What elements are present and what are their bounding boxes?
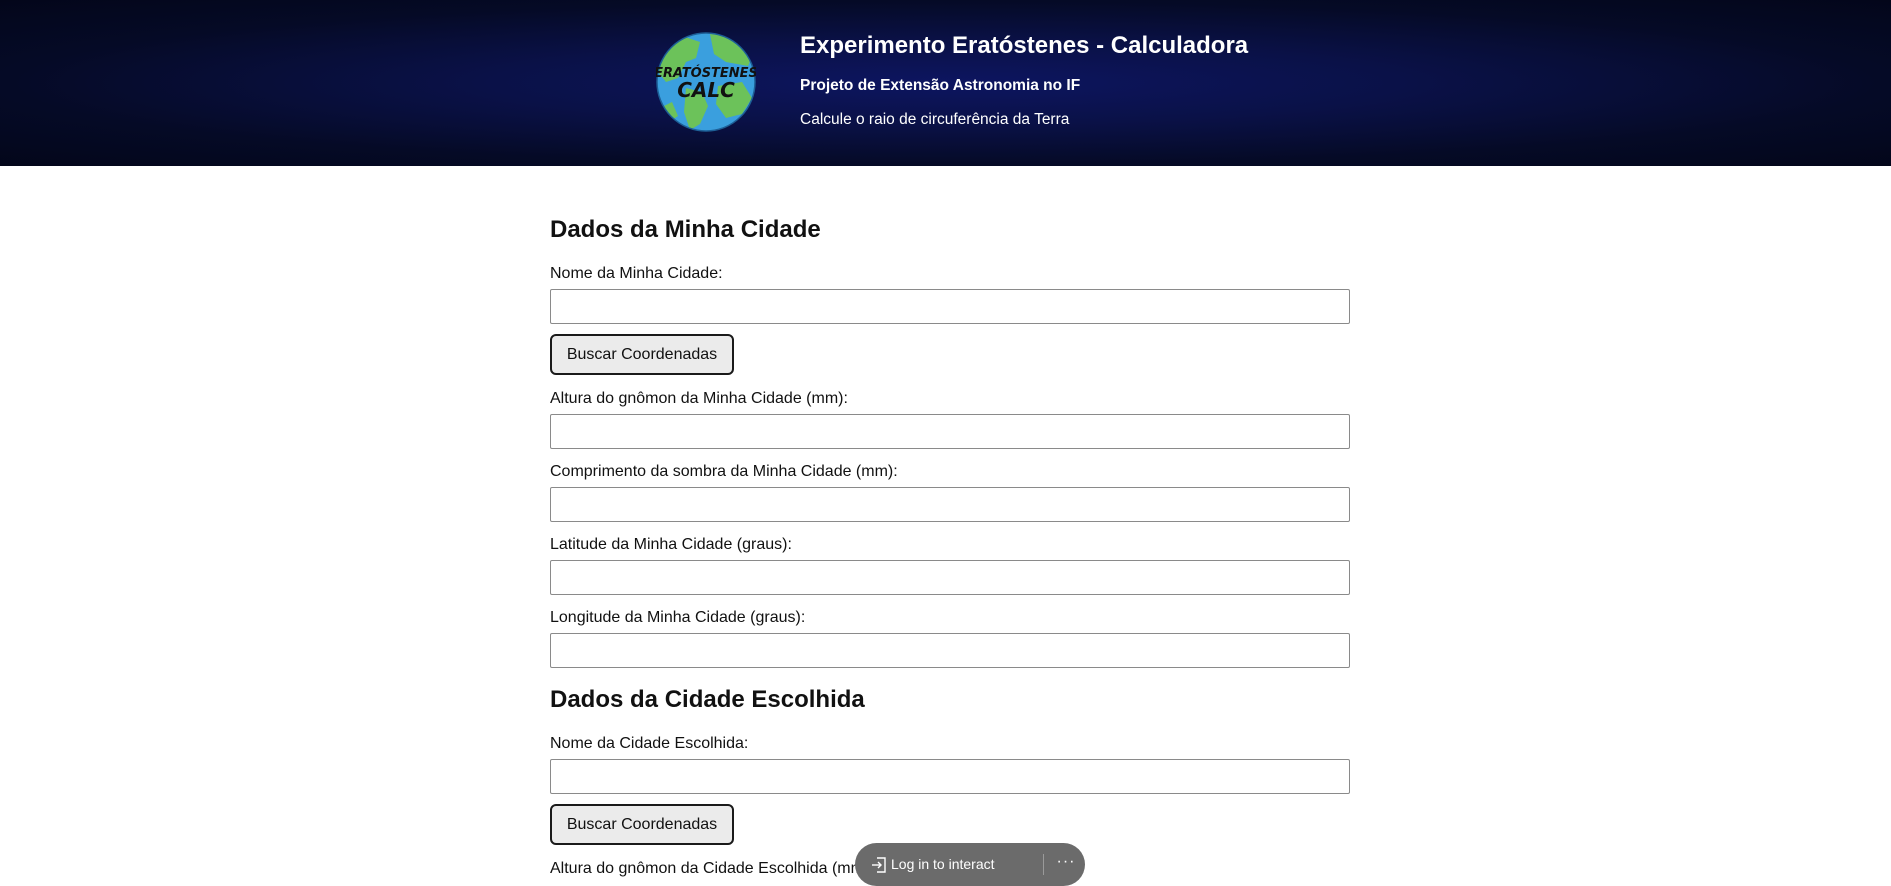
logo-text-line2: CALC [677, 78, 735, 102]
my-city-search-button[interactable]: Buscar Coordenadas [550, 334, 734, 375]
my-city-name-label: Nome da Minha Cidade: [550, 265, 723, 282]
login-to-interact-text[interactable]: Log in to interact [891, 856, 995, 872]
my-city-gnomon-input[interactable] [550, 414, 1350, 449]
page-header: ERATÓSTENES CALC Experimento Eratóstenes… [0, 0, 1891, 166]
my-city-shadow-input[interactable] [550, 487, 1350, 522]
chosen-city-heading: Dados da Cidade Escolhida [550, 686, 865, 713]
my-city-longitude-label: Longitude da Minha Cidade (graus): [550, 609, 806, 626]
my-city-longitude-input[interactable] [550, 633, 1350, 668]
chosen-city-gnomon-label: Altura do gnômon da Cidade Escolhida (mm… [550, 860, 874, 877]
login-arrow-icon [872, 857, 886, 873]
overlay-divider [1043, 854, 1044, 875]
page-subtitle: Projeto de Extensão Astronomia no IF [800, 77, 1081, 94]
more-dots-icon[interactable]: ··· [1054, 852, 1078, 876]
chosen-city-name-label: Nome da Cidade Escolhida: [550, 735, 749, 752]
earth-logo-icon: ERATÓSTENES CALC [656, 32, 756, 132]
my-city-shadow-label: Comprimento da sombra da Minha Cidade (m… [550, 463, 898, 480]
login-overlay-pill[interactable]: Log in to interact ··· [855, 843, 1085, 886]
page-tagline: Calcule o raio de circuferência da Terra [800, 111, 1070, 128]
my-city-heading: Dados da Minha Cidade [550, 216, 821, 243]
my-city-gnomon-label: Altura do gnômon da Minha Cidade (mm): [550, 390, 848, 407]
my-city-latitude-label: Latitude da Minha Cidade (graus): [550, 536, 792, 553]
chosen-city-search-button[interactable]: Buscar Coordenadas [550, 804, 734, 845]
chosen-city-name-input[interactable] [550, 759, 1350, 794]
my-city-name-input[interactable] [550, 289, 1350, 324]
my-city-latitude-input[interactable] [550, 560, 1350, 595]
page-title: Experimento Eratóstenes - Calculadora [800, 32, 1249, 59]
